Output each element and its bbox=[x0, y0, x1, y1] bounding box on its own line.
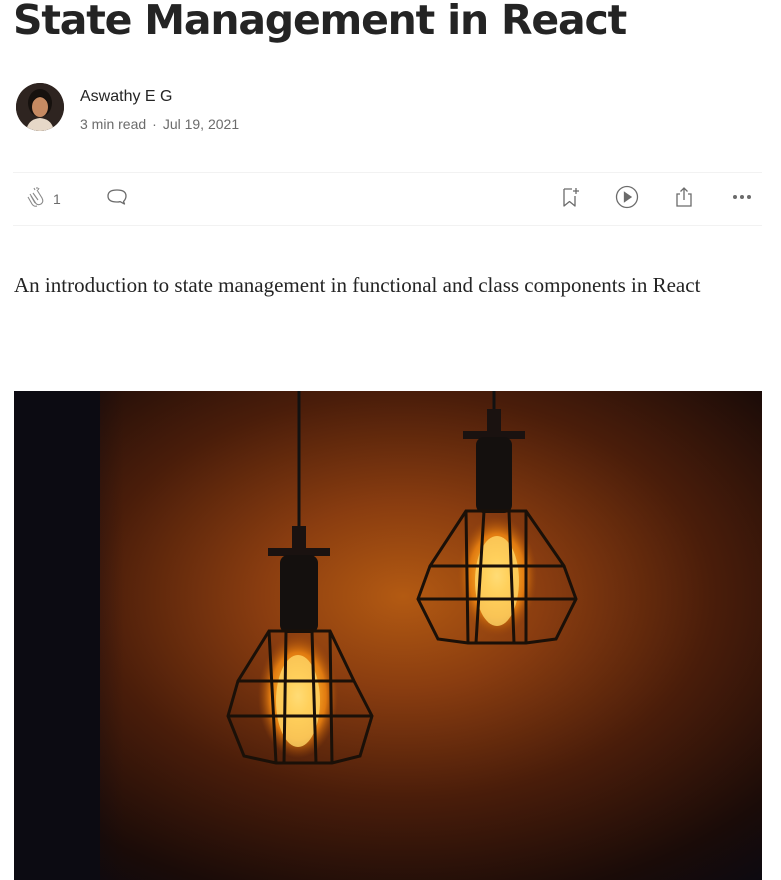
action-bar: 1 bbox=[13, 172, 762, 226]
author-byline: Aswathy E G 3 min read · Jul 19, 2021 bbox=[16, 83, 416, 133]
clap-button[interactable]: 1 bbox=[23, 185, 61, 214]
comment-icon bbox=[105, 185, 129, 214]
more-button[interactable] bbox=[730, 187, 754, 211]
article-subtitle: An introduction to state management in f… bbox=[14, 273, 701, 297]
publish-date: Jul 19, 2021 bbox=[162, 116, 240, 132]
clap-icon bbox=[23, 185, 47, 214]
more-icon bbox=[730, 185, 754, 214]
bookmark-add-icon bbox=[558, 185, 582, 214]
share-icon bbox=[672, 185, 696, 214]
comment-button[interactable] bbox=[105, 187, 129, 211]
play-icon bbox=[614, 184, 640, 215]
hanging-light-bulbs-image bbox=[14, 391, 762, 880]
share-button[interactable] bbox=[672, 185, 696, 214]
clap-count: 1 bbox=[53, 191, 61, 207]
author-name[interactable]: Aswathy E G bbox=[80, 88, 172, 106]
author-avatar[interactable] bbox=[16, 83, 64, 131]
article-title: State Management in React bbox=[13, 0, 627, 44]
read-time: 3 min read bbox=[80, 116, 147, 132]
listen-button[interactable] bbox=[614, 185, 640, 211]
meta-separator: · bbox=[152, 116, 157, 132]
article-meta: 3 min read · Jul 19, 2021 bbox=[80, 116, 239, 132]
bookmark-button[interactable] bbox=[558, 187, 582, 211]
hero-image[interactable] bbox=[14, 391, 762, 880]
